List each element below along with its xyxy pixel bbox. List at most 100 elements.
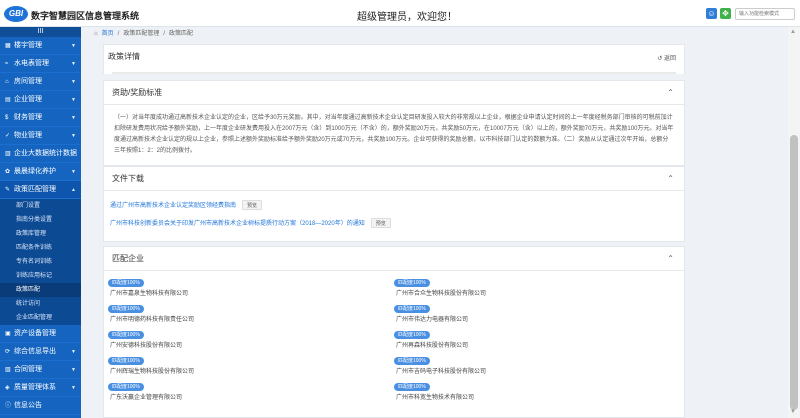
sidebar-item[interactable]: ◈ 质量管理体系 ▼ [0, 379, 81, 397]
chevron-icon: ▼ [71, 367, 76, 373]
reward-standard-text: （一）对当年度成功通过高新技术企业认定的企业，区给予30万元奖励。其中，对当年度… [114, 115, 674, 154]
welcome-message: 超级管理员，欢迎您！ [357, 12, 457, 23]
sidebar-item[interactable]: ▦ 楼宇管理 ▼ [0, 37, 81, 55]
chevron-icon: ▼ [71, 133, 76, 139]
reward-standard-header[interactable]: 资助/奖励标准 ⌃ [104, 81, 684, 105]
breadcrumb-policy-match: 政策匹配 [169, 31, 194, 37]
submenu-item[interactable]: 专有名词训练 [0, 255, 81, 269]
match-badge: 匹配度100% [108, 305, 144, 313]
chevron-icon: ▼ [71, 349, 76, 355]
chevron-up-icon[interactable]: ⌃ [667, 81, 674, 105]
file-link[interactable]: 通过广州市高新技术企业认定奖励区领经费指南 [110, 203, 236, 209]
menu-icon: ▧ [5, 367, 11, 373]
sidebar-collapse-button[interactable]: III [0, 27, 81, 37]
chevron-icon: ▼ [71, 385, 76, 391]
scroll-down-icon[interactable]: ▼ [790, 409, 796, 415]
match-badge: 匹配度100% [394, 331, 430, 339]
company-name[interactable]: 广州安德科技股份有限公司 [108, 340, 394, 349]
sidebar-item[interactable]: ▧ 合同管理 ▼ [0, 361, 81, 379]
menu-icon: ▤ [5, 97, 11, 103]
sidebar-item[interactable]: ▣ 资产设备管理 [0, 325, 81, 343]
company-name[interactable]: 广东沃赢企业管理有限公司 [108, 392, 394, 401]
match-badge: 匹配度100% [108, 357, 144, 365]
sidebar-item[interactable]: ⟳ 综合信息导出 ▼ [0, 343, 81, 361]
file-download-panel: 文件下载 ⌃ 通过广州市高新技术企业认定奖励区领经费指南 预览 广州市科技创新委员会… [103, 166, 685, 242]
breadcrumb-policy-management[interactable]: 政策匹配管理 [123, 31, 159, 37]
home-icon: ⌂ [94, 31, 98, 37]
chevron-icon: ▼ [71, 115, 76, 121]
submenu-item[interactable]: 指南分类设置 [0, 213, 81, 227]
section-divider [112, 72, 676, 74]
sidebar-item-label: 资产设备管理 [14, 330, 56, 337]
company-name[interactable]: 广州市嘉泉生物科技有限公司 [108, 288, 394, 297]
preview-button[interactable]: 预览 [370, 218, 391, 228]
scroll-up-icon[interactable]: ▲ [790, 29, 796, 35]
menu-icon: ✓ [5, 133, 11, 139]
sidebar-item[interactable]: ✎ 政策匹配管理 ▲ [0, 181, 81, 199]
sidebar-item[interactable]: $ 财务管理 ▼ [0, 109, 81, 127]
matched-companies-panel: 匹配企业 ⌃ 匹配度100% 广州市嘉泉生物科技有限公司 匹配度100% 广州市合众生物… [103, 246, 685, 418]
policy-submenu: 部门设置 指南分类设置 政策库管理 匹配条件训练 专有名词训练 训练应用标记 政策匹配 统计访… [0, 199, 81, 325]
company-card: 匹配度100% 广州市嘉泉生物科技有限公司 [108, 279, 394, 297]
company-name[interactable]: 广州辉瑞生物科技股份有限公司 [108, 366, 394, 375]
company-card: 匹配度100% 广州市伟达力电器有限公司 [394, 305, 680, 323]
sidebar-item[interactable]: ▥ 企业大数据统计数据 [0, 145, 81, 163]
file-row: 通过广州市高新技术企业认定奖励区领经费指南 预览 [110, 199, 678, 213]
sidebar-item[interactable]: ≈ 水电表管理 ▼ [0, 55, 81, 73]
sidebar-item[interactable]: ✿ 晨晨绿化养护 ▼ [0, 163, 81, 181]
preview-button[interactable]: 预览 [242, 200, 263, 210]
submenu-item[interactable]: 企业匹配管理 [0, 311, 81, 325]
file-link[interactable]: 广州市科技创新委员会关于印发广州市高新技术企业树标提质行动方案（2018—202… [110, 221, 365, 227]
company-card: 匹配度100% 广州辉瑞生物科技股份有限公司 [108, 357, 394, 375]
submenu-item[interactable]: 训练应用标记 [0, 269, 81, 283]
match-badge: 匹配度100% [394, 279, 430, 287]
menu-icon: ≈ [5, 61, 9, 67]
sidebar-item[interactable]: ✓ 物业管理 ▼ [0, 127, 81, 145]
company-card: 匹配度100% 广州安德科技股份有限公司 [108, 331, 394, 349]
chevron-icon: ▼ [71, 43, 76, 49]
company-grid: 匹配度100% 广州市嘉泉生物科技有限公司 匹配度100% 广州市合众生物科技股份有限… [104, 271, 684, 409]
submenu-item[interactable]: 部门设置 [0, 199, 81, 213]
sidebar-item[interactable]: ⌂ 房间管理 ▼ [0, 73, 81, 91]
menu-icon: ⟳ [5, 349, 11, 355]
breadcrumb-home[interactable]: 首页 [102, 31, 114, 37]
match-badge: 匹配度100% [394, 357, 430, 365]
match-badge: 匹配度100% [108, 279, 144, 287]
sidebar-item-label: 企业管理 [14, 96, 42, 103]
sidebar-item-label: 财务管理 [14, 114, 42, 121]
company-name[interactable]: 广州市伟达力电器有限公司 [394, 314, 680, 323]
sidebar-item-label: 信息公告 [14, 402, 42, 409]
fullscreen-icon[interactable]: ✥ [720, 8, 731, 19]
sidebar-item[interactable]: ▤ 企业管理 ▼ [0, 91, 81, 109]
chevron-icon: ▼ [71, 169, 76, 175]
page-title: 政策详情 [108, 52, 140, 61]
menu-icon: ⓘ [5, 403, 12, 409]
function-search-input[interactable] [735, 8, 795, 20]
company-name[interactable]: 广州再森科技股份有限公司 [394, 340, 680, 349]
company-name[interactable]: 广州市明德药科技有限责任公司 [108, 314, 394, 323]
submenu-item[interactable]: 匹配条件训练 [0, 241, 81, 255]
chevron-up-icon[interactable]: ⌃ [667, 247, 674, 271]
submenu-item[interactable]: 政策匹配 [0, 283, 81, 297]
back-button[interactable]: ↺ 返回 [657, 53, 676, 62]
matched-companies-header[interactable]: 匹配企业 ⌃ [104, 247, 684, 271]
company-name[interactable]: 广州市合众生物科技股份有限公司 [394, 288, 680, 297]
file-download-header[interactable]: 文件下载 ⌃ [104, 167, 684, 191]
policy-detail-header: 政策详情 ↺ 返回 [103, 44, 685, 74]
submenu-item[interactable]: 统计访问 [0, 297, 81, 311]
company-card: 匹配度100% 广东沃赢企业管理有限公司 [108, 383, 394, 401]
scrollbar-thumb[interactable] [790, 135, 798, 410]
sidebar-item[interactable]: ⓘ 信息公告 [0, 397, 81, 415]
submenu-item[interactable]: 政策库管理 [0, 227, 81, 241]
sidebar-item-label: 房间管理 [14, 78, 42, 85]
back-icon: ↺ [657, 56, 663, 62]
company-name[interactable]: 广州市科宽生物技术有限公司 [394, 392, 680, 401]
company-name[interactable]: 广州市吉码电子科技股份有限公司 [394, 366, 680, 375]
company-card: 匹配度100% 广州市合众生物科技股份有限公司 [394, 279, 680, 297]
menu-icon: ◈ [5, 385, 10, 391]
menu-icon: ▣ [5, 331, 11, 337]
app-title: 数字智慧园区信息管理系统 [31, 11, 140, 21]
users-icon[interactable]: ☺ [706, 8, 717, 19]
page-scrollbar[interactable]: ▲ ▼ [788, 27, 800, 418]
chevron-up-icon[interactable]: ⌃ [667, 167, 674, 191]
